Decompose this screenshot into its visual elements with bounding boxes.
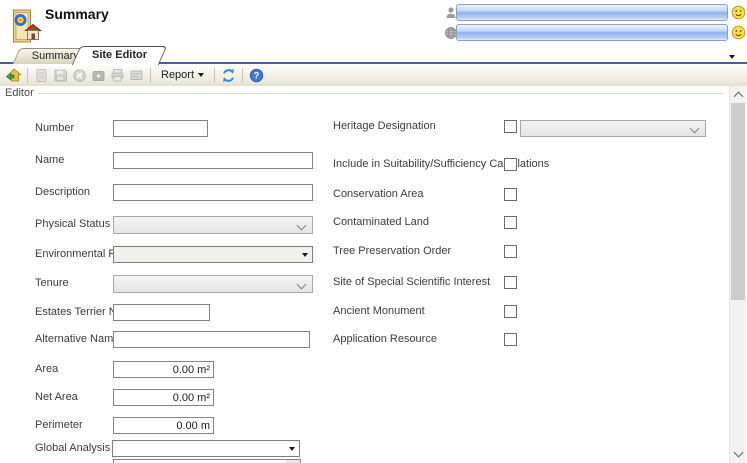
field-label-area: Area [35,361,58,378]
scroll-down-button[interactable] [730,446,746,463]
field-label-net-area: Net Area [35,389,78,406]
dropdown-button[interactable] [285,442,298,455]
chevron-down-icon [733,448,743,458]
toolbar: Report ? [0,64,747,86]
chevron-down-icon [289,447,295,451]
name-field[interactable] [113,152,313,169]
field-label-perimeter: Perimeter [35,417,83,434]
field-label-global-analysis: Global Analysis [35,440,110,457]
estates-terrier-number-field[interactable] [113,304,210,321]
chevron-down-icon [198,73,204,77]
svg-text:?: ? [254,70,260,80]
contaminated-land-checkbox[interactable] [504,216,517,229]
field-label-ancient-monument: Ancient Monument [333,303,425,320]
header-field-user[interactable] [456,4,728,21]
ancient-monument-checkbox[interactable] [504,305,517,318]
field-label-physical-status: Physical Status [35,216,110,233]
application-resource-checkbox[interactable] [504,333,517,346]
report-button[interactable]: Report [155,66,210,85]
field-label-name: Name [35,152,64,169]
area-field[interactable] [113,361,214,378]
environmental-factor-combo[interactable] [113,246,313,263]
print-icon [108,66,127,85]
scroll-up-button[interactable] [730,86,746,103]
cancel-icon [70,66,89,85]
chevron-down-icon [297,221,307,231]
include-in-suitability-sufficiency-calculations-checkbox[interactable] [504,158,517,171]
smiley-icon [731,25,746,40]
chevron-up-icon [733,92,743,102]
field-label-heritage-designation: Heritage Designation [333,118,436,135]
field-label-tenure: Tenure [35,275,69,292]
site-of-special-scientific-interest-checkbox[interactable] [504,276,517,289]
conservation-area-checkbox[interactable] [504,188,517,201]
number-field[interactable] [113,120,208,137]
dropdown-button[interactable] [298,248,311,261]
field-label-conservation-area: Conservation Area [333,186,424,203]
toolbar-separator [27,68,28,83]
camera-icon [89,66,108,85]
field-label-application-resource: Application Resource [333,331,437,348]
help-icon[interactable]: ? [247,66,266,85]
smiley-icon [731,5,746,20]
tab-site-editor[interactable]: Site Editor [72,46,167,65]
tab-list-button[interactable] [729,50,738,58]
toolbar-separator [242,68,243,83]
net-area-field[interactable] [113,389,214,406]
vertical-scrollbar[interactable] [729,86,746,463]
physical-status-select[interactable] [113,216,313,234]
toolbar-separator [150,68,151,83]
save-icon [51,66,70,85]
site-folder-house-icon [7,8,43,46]
group-divider [37,93,724,94]
chevron-down-icon [297,280,307,290]
heritage-designation-select[interactable] [520,120,706,137]
partial-next-control [113,459,301,463]
chevron-down-icon [302,253,308,257]
field-label-site-of-special-scientific-interest: Site of Special Scientific Interest [333,274,490,291]
chevron-down-icon [729,55,735,59]
scrollbar-thumb[interactable] [731,103,745,300]
field-label-description: Description [35,184,90,201]
field-label-number: Number [35,120,74,137]
header-field-site[interactable] [456,24,728,41]
export-icon [127,66,146,85]
page-icon [32,66,51,85]
heritage-designation-checkbox[interactable] [504,120,517,133]
toolbar-separator [214,68,215,83]
tenure-select[interactable] [113,275,313,293]
header: Summary [0,0,747,46]
global-analysis-combo[interactable] [112,440,300,457]
page-title: Summary [45,6,109,22]
field-label-alternative-name: Alternative Name [35,331,119,348]
refresh-icon[interactable] [219,66,238,85]
group-label-editor: Editor [5,87,38,99]
tree-preservation-order-checkbox[interactable] [504,245,517,258]
alternative-name-field[interactable] [113,331,310,348]
field-label-tree-preservation-order: Tree Preservation Order [333,243,451,260]
app-window: Summary Summary Site Editor [0,0,747,463]
field-label-contaminated-land: Contaminated Land [333,214,429,231]
description-field[interactable] [113,184,313,201]
home-icon[interactable] [4,66,23,85]
perimeter-field[interactable] [113,417,214,434]
chevron-down-icon [690,124,700,134]
tab-strip: Summary Site Editor [0,46,747,64]
